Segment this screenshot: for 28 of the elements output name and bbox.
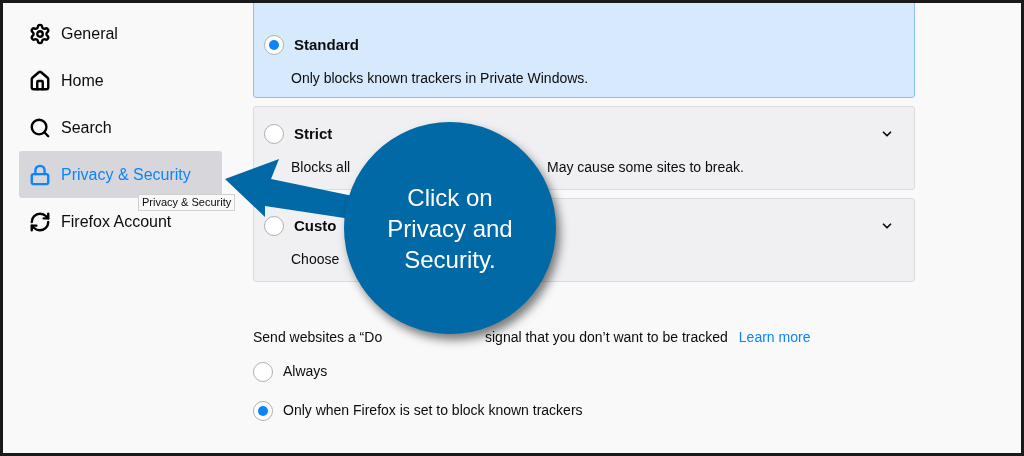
- radio-button[interactable]: [264, 124, 284, 145]
- radio-button[interactable]: [253, 400, 273, 421]
- option-description: May cause some sites to break.: [547, 158, 744, 175]
- sidebar-item[interactable]: Firefox Account: [29, 210, 172, 233]
- option-description: Only blocks known trackers in Private Windows.: [291, 69, 589, 86]
- search-icon: [29, 116, 51, 139]
- sidebar-item[interactable]: General: [29, 22, 118, 45]
- option-description: Choose: [291, 250, 340, 267]
- home-icon: [29, 69, 51, 92]
- radio-button[interactable]: [264, 35, 284, 56]
- radio-label: Always: [283, 362, 328, 381]
- radio-button[interactable]: [253, 361, 273, 382]
- sidebar-item[interactable]: Search: [29, 116, 112, 139]
- lock-icon: [29, 163, 51, 186]
- sync-icon: [29, 210, 51, 233]
- option-title: Strict: [294, 124, 333, 144]
- radio-button[interactable]: [264, 216, 284, 237]
- radio-label: Only when Firefox is set to block known trackers: [283, 401, 583, 420]
- gear-icon: [29, 22, 51, 45]
- option-card[interactable]: Standard Only blocks known trackers in Private Windows.: [253, 3, 915, 98]
- dnt-text: Send websites a “Do: [253, 329, 383, 345]
- sidebar-item[interactable]: Home: [29, 69, 104, 92]
- learn-more-link[interactable]: Learn more: [738, 327, 811, 348]
- option-description: Blocks all: [291, 158, 351, 175]
- tooltip: Privacy & Security: [138, 194, 236, 211]
- option-title: Custo: [294, 216, 337, 236]
- option-title: Standard: [294, 35, 359, 55]
- dnt-text: signal that you don’t want to be tracked: [485, 328, 728, 347]
